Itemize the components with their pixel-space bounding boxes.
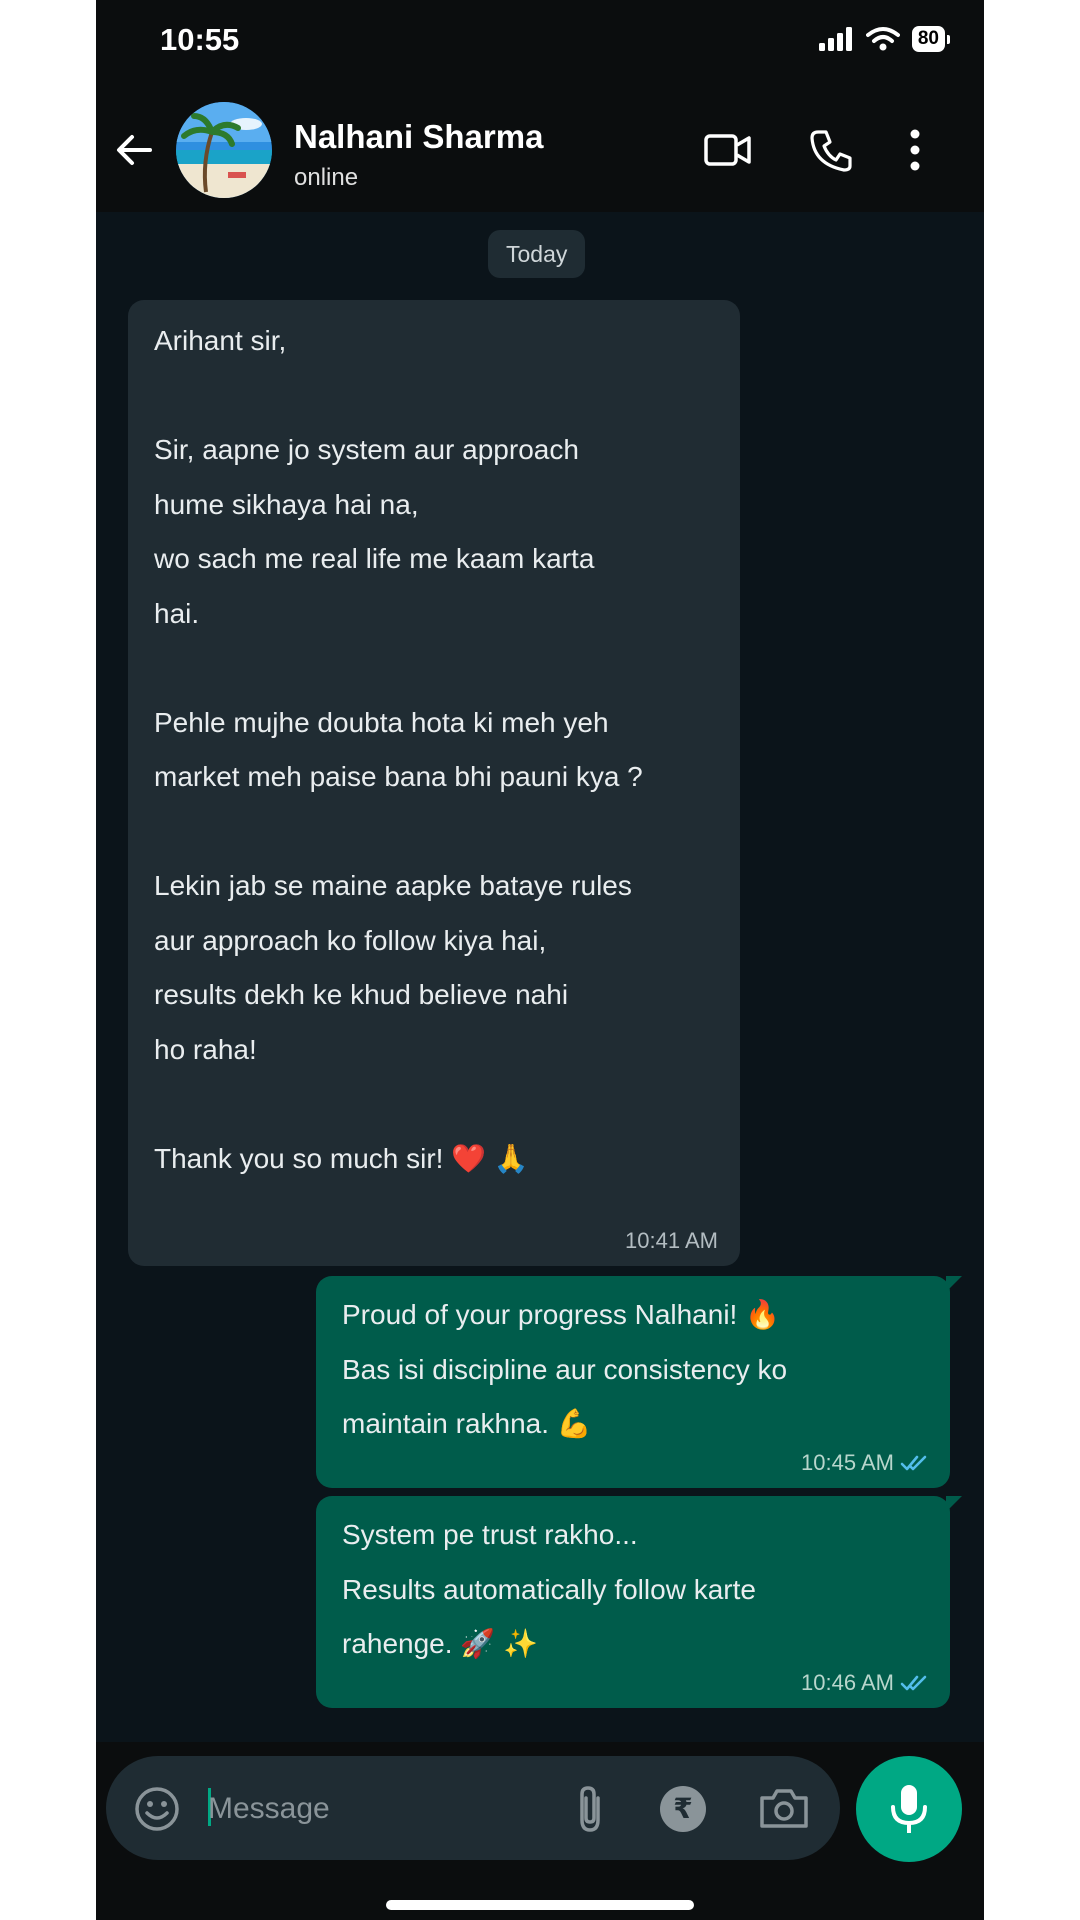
double-check-icon xyxy=(900,1675,927,1691)
message-line xyxy=(154,1077,720,1132)
message-line xyxy=(154,805,720,860)
paperclip-icon[interactable] xyxy=(570,1784,610,1834)
message-time: 10:45 AM xyxy=(801,1450,894,1475)
chat-area[interactable]: Today Arihant sir, Sir, aapne jo system … xyxy=(96,212,984,1742)
message-meta: 10:46 AM xyxy=(801,1670,928,1696)
outgoing-message[interactable]: System pe trust rakho... Results automat… xyxy=(316,1496,962,1708)
status-time: 10:55 xyxy=(160,22,240,57)
battery-level: 80 xyxy=(911,26,945,52)
avatar-beach-image xyxy=(176,102,272,198)
vertical-dots-icon[interactable] xyxy=(908,128,922,172)
message-line: Pehle mujhe doubta hota ki meh yeh xyxy=(154,706,609,738)
message-line: Lekin jab se maine aapke bataye rules xyxy=(154,870,632,901)
message-line: Thank you so much sir! ❤️ 🙏 xyxy=(154,1142,529,1174)
wifi-icon xyxy=(865,27,900,51)
payment-button[interactable]: ₹ xyxy=(660,1786,706,1832)
message-meta: 10:45 AM xyxy=(801,1450,928,1476)
smiley-icon[interactable] xyxy=(134,1786,180,1832)
message-composer: ₹ xyxy=(106,1756,840,1860)
message-line: results dekh ke khud believe nahi xyxy=(154,979,569,1010)
contact-name[interactable]: Nalhani Sharma xyxy=(294,118,543,156)
microphone-icon xyxy=(891,1785,927,1833)
home-indicator[interactable] xyxy=(386,1900,694,1910)
chat-header: Nalhani Sharma online xyxy=(96,90,984,210)
phone-icon[interactable] xyxy=(810,128,854,172)
message-line: Proud of your progress Nalhani! 🔥 xyxy=(342,1299,780,1330)
message-line xyxy=(154,641,720,696)
microphone-button[interactable] xyxy=(856,1756,962,1862)
message-line: aur approach ko follow kiya hai, xyxy=(154,924,547,956)
message-line: Sir, aapne jo system aur approach xyxy=(154,434,579,465)
signal-icon xyxy=(818,27,852,51)
outgoing-message[interactable]: Proud of your progress Nalhani! 🔥 Bas is… xyxy=(316,1276,962,1488)
contact-status: online xyxy=(294,164,359,191)
message-input[interactable] xyxy=(206,1784,530,1834)
message-line: Bas isi discipline aur consistency ko xyxy=(342,1353,788,1385)
message-line: market meh paise bana bhi pauni kya ? xyxy=(154,761,643,792)
date-separator: Today xyxy=(488,230,586,278)
message-line: maintain rakhna. 💪 xyxy=(342,1408,592,1439)
avatar[interactable] xyxy=(176,102,272,198)
message-time: 10:46 AM xyxy=(801,1670,894,1695)
message-line: hai. xyxy=(154,597,200,629)
message-line: wo sach me real life me kaam karta xyxy=(154,543,595,574)
message-line: Arihant sir, xyxy=(154,325,287,356)
message-line: hume sikhaya hai na, xyxy=(154,488,419,520)
status-icons: 80 xyxy=(818,26,950,52)
message-time: 10:41 AM xyxy=(625,1228,718,1253)
video-camera-icon[interactable] xyxy=(704,128,752,172)
incoming-message[interactable]: Arihant sir, Sir, aapne jo system aur ap… xyxy=(128,300,740,1266)
message-line: System pe trust rakho... xyxy=(342,1519,638,1550)
battery-indicator: 80 xyxy=(911,26,950,52)
message-line: ho raha! xyxy=(154,1033,257,1065)
message-line: Results automatically follow karte xyxy=(342,1573,756,1605)
message-line xyxy=(154,369,720,424)
back-arrow-icon[interactable] xyxy=(112,128,156,172)
camera-icon[interactable] xyxy=(758,1786,810,1830)
status-bar: 10:55 80 xyxy=(96,0,984,84)
message-meta: 10:41 AM xyxy=(625,1228,718,1254)
phone-screen: 10:55 80 Nalhani Sharma online Today Ari… xyxy=(96,0,984,1920)
message-line: rahenge. 🚀 ✨ xyxy=(342,1628,538,1659)
double-check-icon xyxy=(900,1455,927,1471)
